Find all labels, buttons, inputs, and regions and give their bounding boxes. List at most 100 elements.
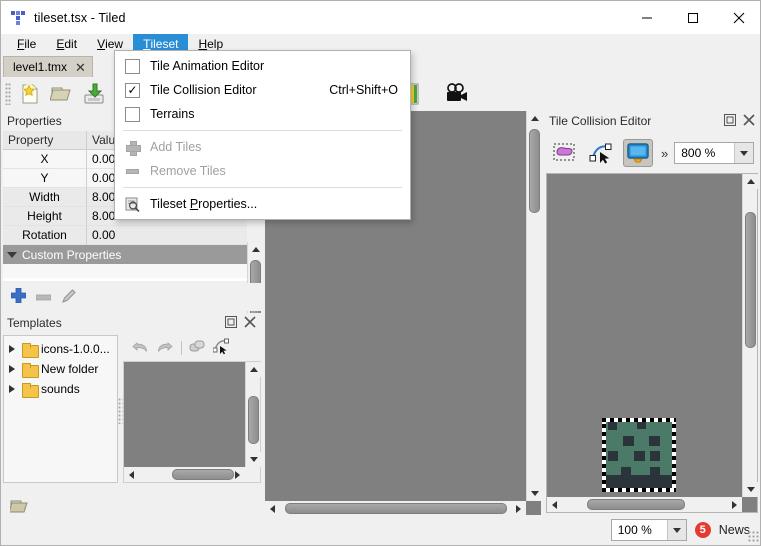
toolbar-overflow-icon[interactable]: » xyxy=(661,146,668,161)
properties-toolbar xyxy=(1,283,263,311)
tce-hscrollbar[interactable] xyxy=(547,497,742,512)
scrollbar-thumb[interactable] xyxy=(745,212,756,348)
edit-polygon-icon[interactable] xyxy=(212,338,230,358)
tce-vscrollbar[interactable] xyxy=(742,174,758,497)
menu-item-tile-animation-editor[interactable]: Tile Animation Editor xyxy=(115,54,410,78)
status-zoom-value: 100 % xyxy=(617,523,652,537)
map-vscrollbar[interactable] xyxy=(526,111,542,501)
scroll-down-button[interactable] xyxy=(527,486,542,501)
property-value[interactable]: 0.00 xyxy=(87,226,247,245)
tileset-menu-popup: Tile Animation Editor ✓ Tile Collision E… xyxy=(114,50,411,220)
toolbar-drag-handle[interactable] xyxy=(5,83,11,105)
expand-arrow-icon[interactable] xyxy=(9,385,18,393)
scroll-right-button[interactable] xyxy=(511,501,526,516)
new-map-button[interactable] xyxy=(15,79,45,109)
menu-item-label: Add Tiles xyxy=(150,140,202,154)
movie-camera-icon[interactable] xyxy=(442,79,472,109)
document-tab-close-icon[interactable]: ✕ xyxy=(75,61,86,74)
remove-property-button[interactable] xyxy=(35,290,52,304)
menu-item-tileset-properties[interactable]: Tileset Properties... xyxy=(115,192,410,216)
scroll-down-button[interactable] xyxy=(743,482,758,497)
close-button[interactable] xyxy=(716,1,760,34)
custom-properties-label: Custom Properties xyxy=(22,247,122,262)
menu-tileset-label: ileset xyxy=(150,37,179,51)
news-link[interactable]: News xyxy=(719,523,750,537)
toggle-highlight-button[interactable] xyxy=(623,139,653,167)
scroll-left-button[interactable] xyxy=(124,467,139,482)
status-bar: 100 % 5 News xyxy=(1,515,760,545)
tiled-application-window: tileset.tsx - Tiled File Edit View Tiles… xyxy=(0,0,761,546)
tile-collision-editor-dock: Tile Collision Editor » 800 % xyxy=(543,111,760,517)
add-property-button[interactable] xyxy=(10,287,27,306)
scrollbar-thumb[interactable] xyxy=(587,499,685,510)
menu-item-terrains[interactable]: Terrains xyxy=(115,102,410,126)
map-hscrollbar[interactable] xyxy=(265,501,526,516)
chevron-down-icon[interactable] xyxy=(666,520,686,540)
column-header-property[interactable]: Property xyxy=(3,131,87,149)
minimize-button[interactable] xyxy=(624,1,670,34)
scroll-up-button[interactable] xyxy=(248,242,263,257)
scroll-left-button[interactable] xyxy=(265,501,280,516)
expand-arrow-icon[interactable] xyxy=(9,365,18,373)
tce-zoom-combobox[interactable]: 800 % xyxy=(674,142,755,164)
scroll-down-button[interactable] xyxy=(246,452,261,467)
object-select-icon[interactable] xyxy=(189,339,206,358)
scrollbar-thumb[interactable] xyxy=(529,129,540,213)
status-zoom-combobox[interactable]: 100 % xyxy=(610,519,687,541)
document-tab[interactable]: level1.tmx ✕ xyxy=(3,56,93,77)
menu-item-label: Tile Animation Editor xyxy=(150,59,265,73)
template-preview-toolbar xyxy=(123,335,261,361)
properties-dock-title-label: Properties xyxy=(7,114,62,128)
templates-tree[interactable]: icons-1.0.0... New folder sounds xyxy=(3,335,118,483)
edit-polygons-button[interactable] xyxy=(587,139,617,167)
scroll-right-button[interactable] xyxy=(230,467,245,482)
scroll-up-button[interactable] xyxy=(743,174,758,189)
tce-canvas xyxy=(546,173,758,513)
expand-arrow-icon[interactable] xyxy=(9,345,18,353)
menu-item-shortcut: Ctrl+Shift+O xyxy=(329,83,398,97)
list-item[interactable]: New folder xyxy=(4,359,117,379)
maximize-button[interactable] xyxy=(670,1,716,34)
tce-viewport[interactable] xyxy=(547,174,742,497)
scroll-right-button[interactable] xyxy=(727,497,742,512)
template-preview-canvas[interactable] xyxy=(123,361,261,483)
checkbox-checked-icon[interactable]: ✓ xyxy=(125,82,140,98)
select-objects-button[interactable] xyxy=(551,139,581,167)
tce-dock-title: Tile Collision Editor xyxy=(543,111,760,131)
undo-arrow-icon[interactable] xyxy=(131,339,149,358)
template-preview-hscrollbar[interactable] xyxy=(124,467,245,482)
save-file-button[interactable] xyxy=(79,79,109,109)
checkbox-unchecked-icon[interactable] xyxy=(125,106,140,122)
menu-item-remove-tiles[interactable]: Remove Tiles xyxy=(115,159,410,183)
scroll-up-button[interactable] xyxy=(246,362,261,377)
custom-properties-group[interactable]: Custom Properties xyxy=(3,245,247,264)
checkbox-unchecked-icon[interactable] xyxy=(125,58,140,74)
chevron-down-icon[interactable] xyxy=(734,143,754,163)
float-panel-icon[interactable] xyxy=(225,315,237,331)
template-preview-vscrollbar[interactable] xyxy=(245,362,261,467)
template-preview-viewport[interactable] xyxy=(124,362,245,467)
folder-icon xyxy=(22,382,39,398)
menu-file[interactable]: File xyxy=(7,34,46,54)
scroll-up-button[interactable] xyxy=(527,111,542,126)
template-preview-area xyxy=(123,335,261,483)
scrollbar-thumb[interactable] xyxy=(285,503,507,514)
float-panel-icon[interactable] xyxy=(724,113,736,129)
menu-edit[interactable]: Edit xyxy=(46,34,87,54)
list-item[interactable]: sounds xyxy=(4,379,117,399)
collision-tile-preview[interactable] xyxy=(602,418,676,492)
list-item[interactable]: icons-1.0.0... xyxy=(4,339,117,359)
resize-grip[interactable] xyxy=(748,531,760,543)
edit-property-button[interactable] xyxy=(61,288,77,307)
close-panel-icon[interactable] xyxy=(244,315,256,331)
close-panel-icon[interactable] xyxy=(743,113,755,129)
empty-property-row[interactable] xyxy=(3,264,247,278)
scrollbar-thumb[interactable] xyxy=(248,396,259,444)
menu-item-tile-collision-editor[interactable]: ✓ Tile Collision Editor Ctrl+Shift+O xyxy=(115,78,410,102)
scrollbar-thumb[interactable] xyxy=(172,469,234,480)
menu-item-add-tiles[interactable]: Add Tiles xyxy=(115,135,410,159)
table-row[interactable]: Rotation 0.00 xyxy=(3,226,247,245)
redo-arrow-icon[interactable] xyxy=(156,339,174,358)
open-file-button[interactable] xyxy=(47,79,77,109)
scroll-left-button[interactable] xyxy=(547,497,562,512)
